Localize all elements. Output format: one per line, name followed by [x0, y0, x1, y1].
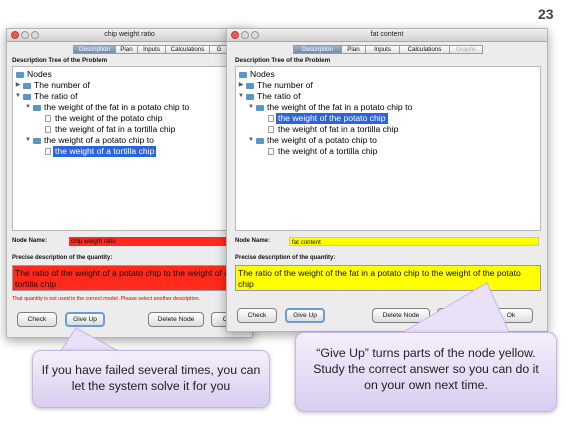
callout-give-up-hint: If you have failed several times, you ca…	[32, 350, 270, 408]
callout-give-up-explanation: “Give Up” turns parts of the node yellow…	[295, 332, 557, 412]
left-callout-pointer	[59, 327, 121, 353]
right-callout-pointer	[398, 282, 511, 335]
